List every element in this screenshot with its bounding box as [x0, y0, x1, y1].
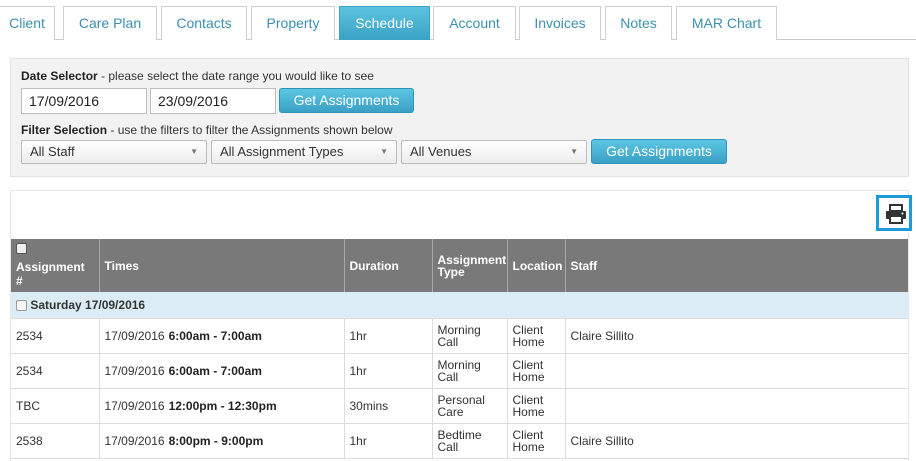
assignment-type: Personal Care [432, 388, 508, 424]
staff-header: Staff [565, 239, 908, 292]
day-group-row: Saturday 17/09/2016 [11, 292, 908, 319]
assignment-times: 17/09/2016 12:00pm - 12:30pm [99, 388, 345, 424]
chevron-down-icon: ▼ [570, 147, 578, 156]
assignment-date: 17/09/2016 [104, 398, 165, 413]
tab-mar-chart[interactable]: MAR Chart [676, 6, 777, 40]
assignment-type: Bedtime Call [432, 423, 508, 459]
tab-contacts[interactable]: Contacts [161, 6, 247, 40]
date-selector-label: Date Selector - please select the date r… [21, 69, 374, 83]
assignment-staff: Claire Sillito [565, 423, 908, 459]
tab-invoices[interactable]: Invoices [519, 6, 601, 40]
print-button[interactable] [876, 195, 912, 231]
table-row[interactable]: 2538 17/09/2016 8:00pm - 9:00pm 1hr Bedti… [11, 423, 908, 459]
filter-panel: Date Selector - please select the date r… [10, 58, 909, 177]
assignment-type: Morning Call [432, 353, 508, 389]
tab-care-plan[interactable]: Care Plan [63, 6, 157, 40]
get-assignments-filter-button[interactable]: Get Assignments [591, 139, 727, 164]
assignment-time-range: 12:00pm - 12:30pm [168, 398, 277, 413]
assignment-staff: Claire Sillito [565, 318, 908, 354]
filter-selection-label: Filter Selection - use the filters to fi… [21, 123, 393, 137]
assignment-type-select-value: All Assignment Types [220, 144, 344, 159]
staff-select-value: All Staff [30, 144, 75, 159]
select-all-checkbox[interactable] [16, 243, 27, 254]
assignment-header: Assignment # [11, 239, 100, 292]
type-header: Assignment Type [432, 239, 508, 292]
date-selector-hint: - please select the date range you would… [97, 69, 374, 83]
assignment-times: 17/09/2016 8:00pm - 9:00pm [99, 423, 345, 459]
assignment-staff [565, 353, 908, 389]
assignment-time-range: 6:00am - 7:00am [168, 328, 262, 343]
assignment-type-select[interactable]: All Assignment Types ▼ [211, 140, 397, 164]
assignment-id: 2538 [11, 423, 100, 459]
start-date-input[interactable]: 17/09/2016 [21, 88, 147, 114]
assignment-id: TBC [11, 388, 100, 424]
tab-schedule[interactable]: Schedule [339, 6, 430, 40]
assignment-duration: 1hr [344, 353, 433, 389]
chevron-down-icon: ▼ [190, 147, 198, 156]
assignment-type: Morning Call [432, 318, 508, 354]
printer-icon [886, 204, 906, 224]
date-selector-title: Date Selector [21, 69, 98, 83]
assignment-duration: 1hr [344, 423, 433, 459]
assignment-duration: 1hr [344, 318, 433, 354]
assignment-times: 17/09/2016 6:00am - 7:00am [99, 353, 345, 389]
assignment-id: 2534 [11, 353, 100, 389]
assignment-duration: 30mins [344, 388, 433, 424]
table-row[interactable]: 2534 17/09/2016 6:00am - 7:00am 1hr Morni… [11, 353, 908, 389]
assignment-location: Client Home [507, 388, 566, 424]
day-group-cell: Saturday 17/09/2016 [11, 292, 908, 319]
assignments-table: Assignment # Times Duration Assignment T… [11, 239, 908, 459]
assignment-location: Client Home [507, 318, 566, 354]
get-assignments-date-button[interactable]: Get Assignments [279, 88, 414, 113]
table-row[interactable]: 2534 17/09/2016 6:00am - 7:00am 1hr Morni… [11, 318, 908, 354]
chevron-down-icon: ▼ [380, 147, 388, 156]
assignment-time-range: 8:00pm - 9:00pm [168, 433, 264, 448]
tab-account[interactable]: Account [433, 6, 516, 40]
table-row[interactable]: TBC 17/09/2016 12:00pm - 12:30pm 30mins P… [11, 388, 908, 424]
tab-notes[interactable]: Notes [605, 6, 672, 40]
assignment-location: Client Home [507, 423, 566, 459]
assignment-date: 17/09/2016 [104, 363, 165, 378]
assignment-date: 17/09/2016 [104, 433, 165, 448]
times-header: Times [99, 239, 345, 292]
tab-client[interactable]: Client [0, 6, 55, 40]
location-header: Location [507, 239, 566, 292]
end-date-input[interactable]: 23/09/2016 [150, 88, 276, 114]
assignment-location: Client Home [507, 353, 566, 389]
filter-selection-hint: - use the filters to filter the Assignme… [107, 123, 393, 137]
assignment-header-label: Assignment # [16, 260, 85, 288]
venue-select-value: All Venues [410, 144, 472, 159]
assignment-staff [565, 388, 908, 424]
staff-select[interactable]: All Staff ▼ [21, 140, 207, 164]
day-group-label: Saturday 17/09/2016 [30, 297, 146, 312]
table-header-row: Assignment # Times Duration Assignment T… [11, 239, 908, 292]
tab-bar: Client Care Plan Contacts Property Sched… [0, 0, 916, 40]
assignment-time-range: 6:00am - 7:00am [168, 363, 262, 378]
filter-selection-title: Filter Selection [21, 123, 108, 137]
venue-select[interactable]: All Venues ▼ [401, 140, 587, 164]
day-group-checkbox[interactable] [16, 300, 27, 312]
assignment-id: 2534 [11, 318, 100, 354]
assignment-times: 17/09/2016 6:00am - 7:00am [99, 318, 345, 354]
tab-property[interactable]: Property [251, 6, 335, 40]
assignment-date: 17/09/2016 [104, 328, 165, 343]
duration-header: Duration [344, 239, 433, 292]
